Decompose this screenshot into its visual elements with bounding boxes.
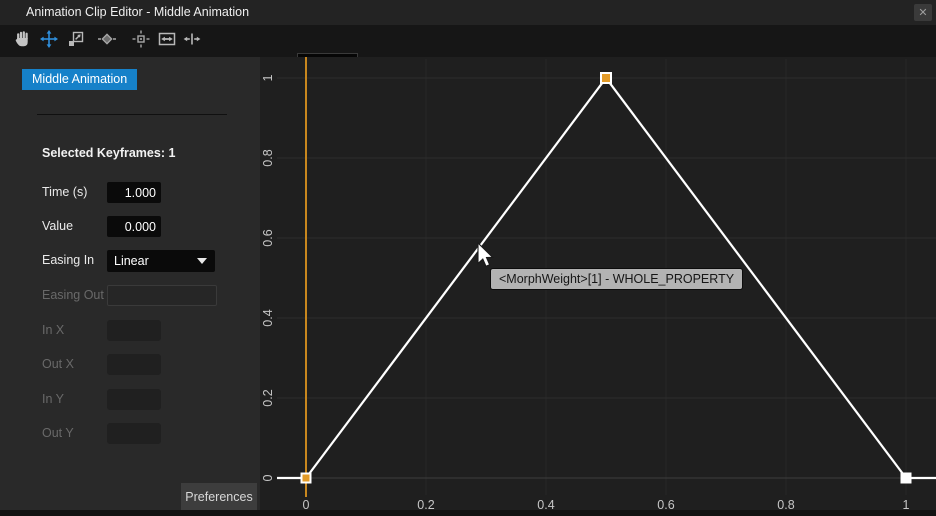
easing-in-field-row: Easing In Linear xyxy=(0,250,260,271)
animation-clip-editor-window: Animation Clip Editor - Middle Animation… xyxy=(0,0,936,516)
fit-width-tool-button[interactable] xyxy=(156,30,178,52)
value-field-label: Value xyxy=(42,219,73,233)
y-tick-label: 0.4 xyxy=(261,309,275,326)
in-x-label: In X xyxy=(42,323,64,337)
out-x-label: Out X xyxy=(42,357,74,371)
easing-in-dropdown-value: Linear xyxy=(114,254,149,268)
easing-in-label: Easing In xyxy=(42,253,94,267)
property-tooltip: <MorphWeight>[1] - WHOLE_PROPERTY xyxy=(490,268,743,290)
sidebar-divider xyxy=(37,114,227,115)
out-y-label: Out Y xyxy=(42,426,74,440)
out-x-input xyxy=(107,354,161,375)
keyframe-diamond-icon xyxy=(98,30,116,53)
preferences-button[interactable]: Preferences xyxy=(181,483,257,510)
y-tick-label: 1 xyxy=(261,74,275,81)
out-y-input xyxy=(107,423,161,444)
snap-target-icon xyxy=(132,30,150,53)
align-horizontal-icon xyxy=(183,30,201,53)
easing-in-dropdown[interactable]: Linear xyxy=(107,250,215,272)
keyframe-point[interactable] xyxy=(902,474,911,483)
in-x-field-row: In X xyxy=(0,320,260,341)
window-title: Animation Clip Editor - Middle Animation xyxy=(26,5,249,19)
snap-tool-button[interactable] xyxy=(130,30,152,52)
pan-tool-button[interactable] xyxy=(12,30,34,52)
y-tick-label: 0.2 xyxy=(261,389,275,406)
value-field-input[interactable] xyxy=(107,216,161,237)
move-tool-button[interactable] xyxy=(38,30,60,52)
toolbar: Current Time xyxy=(0,25,936,57)
time-field-row: Time (s) xyxy=(0,182,260,203)
close-button[interactable]: ✕ xyxy=(914,4,932,21)
fit-width-icon xyxy=(158,30,176,53)
mouse-cursor-icon xyxy=(477,242,496,275)
scale-tool-button[interactable] xyxy=(65,30,87,52)
selected-keyframes-label: Selected Keyframes: 1 xyxy=(42,146,175,160)
in-y-input xyxy=(107,389,161,410)
y-tick-label: 0.6 xyxy=(261,229,275,246)
out-x-field-row: Out X xyxy=(0,354,260,375)
out-y-field-row: Out Y xyxy=(0,423,260,444)
close-icon: ✕ xyxy=(918,6,927,19)
hand-icon xyxy=(14,30,32,53)
graph-area[interactable]: 00.20.40.60.8100.20.40.60.81 <MorphWeigh… xyxy=(260,57,936,516)
sidebar: Middle Animation Selected Keyframes: 1 T… xyxy=(0,57,260,516)
animation-tab[interactable]: Middle Animation xyxy=(22,69,137,90)
keyframe-point[interactable] xyxy=(601,73,611,83)
in-y-field-row: In Y xyxy=(0,389,260,410)
in-y-label: In Y xyxy=(42,392,64,406)
chevron-down-icon xyxy=(197,258,207,264)
keyframe-point[interactable] xyxy=(302,474,311,483)
easing-out-input xyxy=(107,285,217,306)
window-bottom-edge xyxy=(0,510,936,516)
y-tick-label: 0.8 xyxy=(261,149,275,166)
scale-icon xyxy=(67,30,85,53)
title-bar: Animation Clip Editor - Middle Animation… xyxy=(0,0,936,25)
keyframe-tool-button[interactable] xyxy=(96,30,118,52)
value-field-row: Value xyxy=(0,216,260,237)
time-field-input[interactable] xyxy=(107,182,161,203)
align-horizontal-tool-button[interactable] xyxy=(181,30,203,52)
easing-out-field-row: Easing Out xyxy=(0,285,260,306)
y-tick-label: 0 xyxy=(261,474,275,481)
move-arrows-icon xyxy=(40,30,58,53)
time-field-label: Time (s) xyxy=(42,185,87,199)
in-x-input xyxy=(107,320,161,341)
easing-out-label: Easing Out xyxy=(42,288,104,302)
